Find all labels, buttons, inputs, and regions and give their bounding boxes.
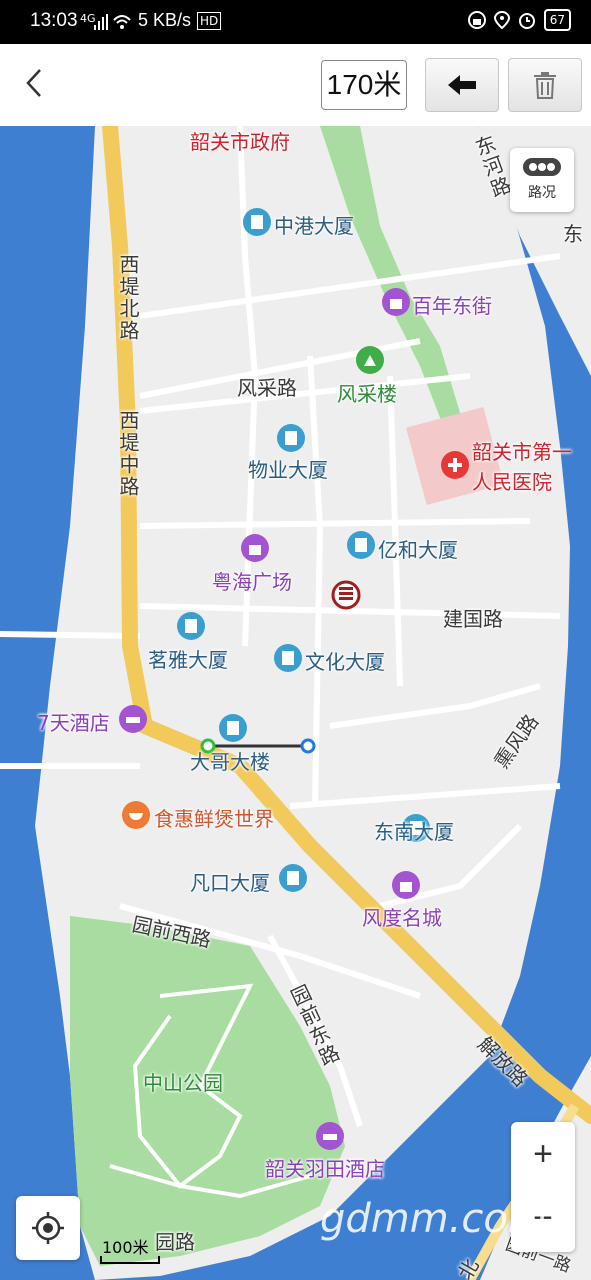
delete-button[interactable]	[508, 58, 582, 112]
hotel-icon[interactable]	[316, 1122, 344, 1150]
poi-label[interactable]: 物业大厦	[248, 454, 328, 483]
map-canvas[interactable]: 韶关市政府 中港大厦 百年东街 风采楼 物业大厦 韶关市第一 人民医院 亿和大厦…	[0, 126, 591, 1280]
distance-readout: 170米	[321, 60, 407, 110]
hd-badge: HD	[197, 12, 222, 30]
poi-label[interactable]: 百年东街	[412, 290, 492, 319]
road-label: 园路	[155, 1230, 195, 1254]
shopping-bag-icon[interactable]	[382, 288, 410, 316]
road-label: 西堤中路	[116, 410, 140, 498]
poi-label[interactable]: 7天酒店	[37, 707, 110, 736]
poi-label[interactable]: 东南大厦	[374, 816, 454, 845]
scale-label: 100米	[102, 1238, 149, 1257]
landmark-icon[interactable]	[356, 346, 384, 374]
signal-icon	[94, 14, 108, 30]
trash-icon	[534, 72, 556, 99]
network-speed: 5 KB/s	[138, 10, 192, 30]
lock-rotation-icon	[467, 11, 486, 29]
road-label: 东	[563, 222, 583, 246]
zoom-in-button[interactable]: +	[511, 1122, 575, 1186]
building-icon[interactable]	[177, 612, 205, 640]
poi-label[interactable]: 中港大厦	[274, 210, 354, 239]
shopping-bag-icon[interactable]	[241, 534, 269, 562]
building-icon[interactable]	[243, 208, 271, 236]
traffic-label: 路况	[528, 185, 556, 201]
poi-label[interactable]: 人民医院	[472, 466, 552, 495]
clock: 13:03	[30, 10, 78, 31]
watermark: gdmm.com	[320, 1196, 547, 1242]
road-label: 风采路	[237, 376, 297, 400]
map-base	[0, 126, 591, 1280]
poi-label[interactable]: 粤海广场	[212, 566, 292, 595]
poi-label[interactable]: 韶关市政府	[190, 126, 290, 155]
hospital-icon[interactable]	[441, 451, 469, 479]
poi-label[interactable]: 凡口大厦	[190, 867, 270, 896]
status-bar: 13:03 4G 5 KB/s HD 67	[0, 0, 591, 44]
restaurant-icon[interactable]	[122, 801, 150, 829]
scale-bar	[100, 1256, 160, 1264]
poi-label[interactable]: 风度名城	[362, 902, 442, 931]
poi-label[interactable]: 风采楼	[337, 378, 397, 407]
poi-label[interactable]: 文化大厦	[305, 646, 385, 675]
traffic-toggle-button[interactable]: 路况	[510, 148, 574, 212]
measure-toolbar: 170米	[0, 44, 591, 127]
arrow-left-icon	[448, 75, 476, 95]
road-label: 西堤北路	[116, 254, 140, 342]
back-button[interactable]	[14, 58, 54, 108]
building-icon[interactable]	[277, 424, 305, 452]
road-label: 建国路	[443, 607, 503, 631]
locate-me-button[interactable]	[16, 1196, 80, 1260]
wifi-icon	[113, 15, 131, 29]
building-icon[interactable]	[274, 644, 302, 672]
shopping-bag-icon[interactable]	[392, 871, 420, 899]
building-icon[interactable]	[219, 714, 247, 742]
hotel-icon[interactable]	[119, 705, 147, 733]
crosshair-icon	[32, 1212, 64, 1244]
poi-label[interactable]: 韶关羽田酒店	[265, 1153, 385, 1182]
poi-label[interactable]: 大哥大楼	[190, 746, 270, 775]
building-icon[interactable]	[279, 864, 307, 892]
traffic-light-icon	[523, 158, 561, 176]
chevron-left-icon	[26, 69, 41, 97]
building-icon[interactable]	[347, 531, 375, 559]
poi-label[interactable]: 茗雅大厦	[148, 644, 228, 673]
alarm-icon	[518, 13, 535, 29]
location-icon	[493, 11, 510, 29]
poi-label[interactable]: 中山公园	[143, 1067, 223, 1096]
battery-indicator: 67	[543, 9, 571, 31]
poi-label[interactable]: 食惠鲜煲世界	[154, 803, 274, 832]
poi-label[interactable]: 韶关市第一	[472, 436, 572, 465]
undo-button[interactable]	[425, 58, 499, 112]
poi-label[interactable]: 亿和大厦	[378, 534, 458, 563]
